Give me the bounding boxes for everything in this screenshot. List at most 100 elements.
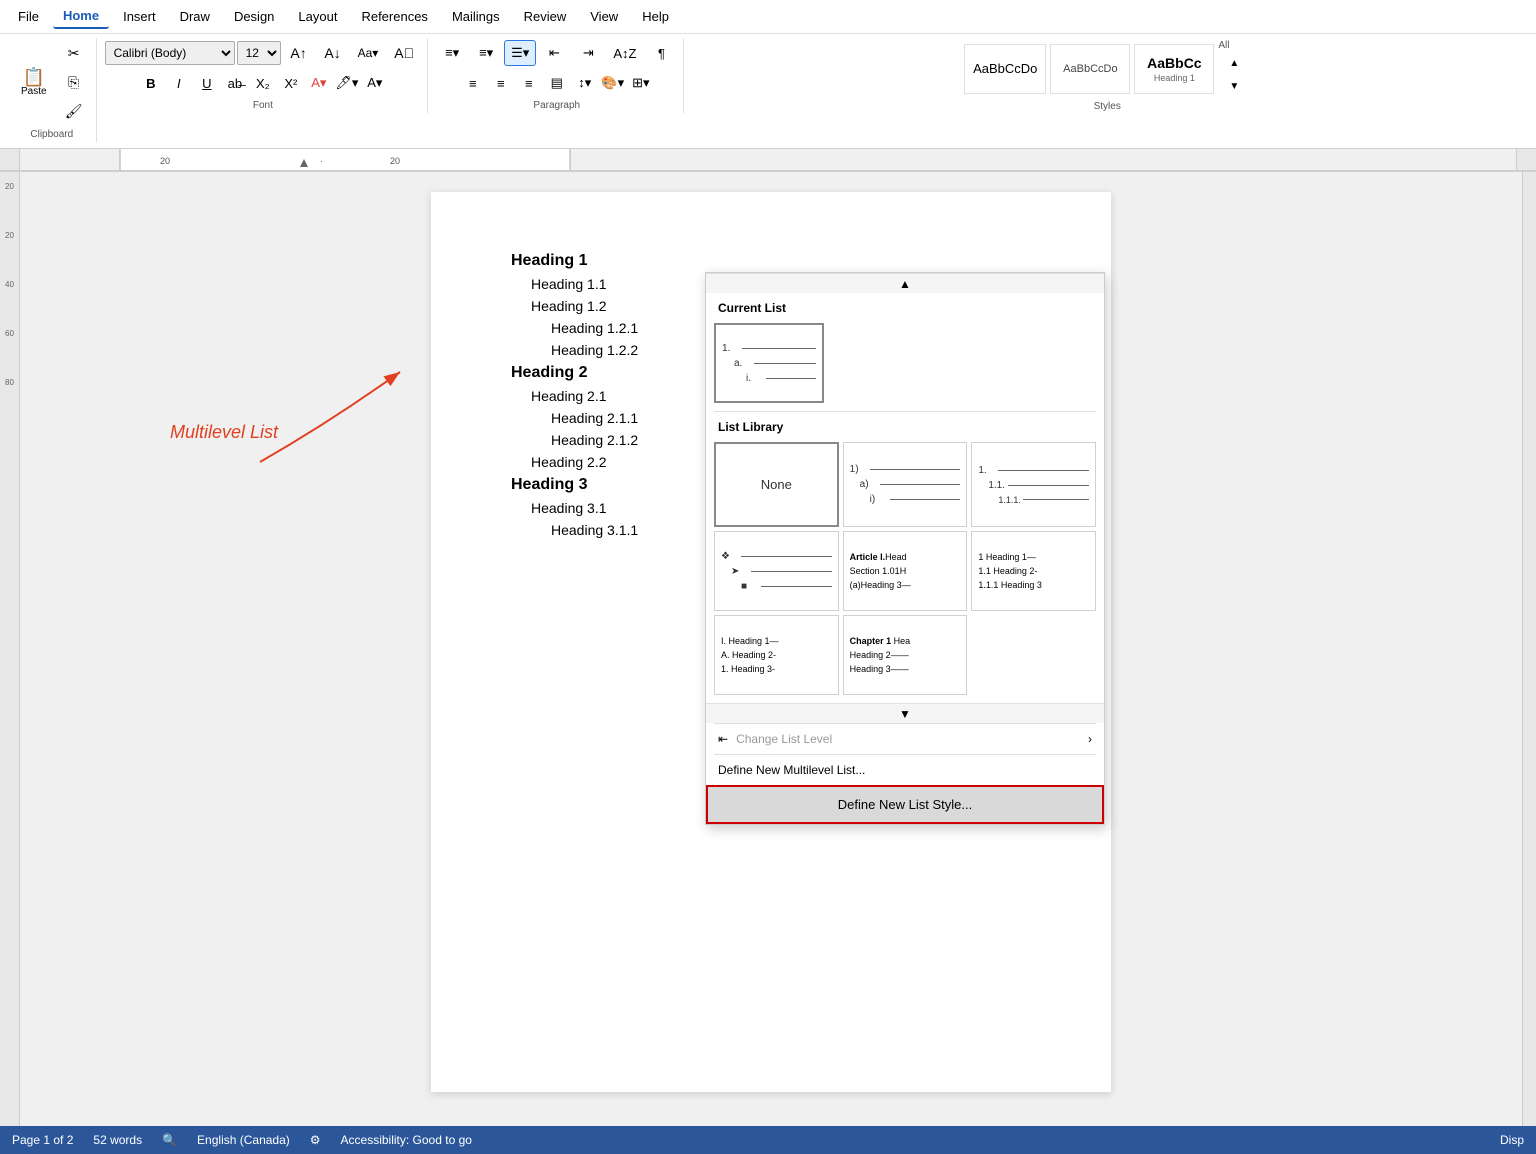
page-info-text: Page 1 of 2 [12, 1133, 73, 1147]
strikethrough-button[interactable]: ab̶ [222, 70, 248, 96]
list-option-roman-heading[interactable]: I. Heading 1— A. Heading 2- 1. Heading 3… [714, 615, 839, 695]
list-option-bullet[interactable]: ❖ ➤ ■ [714, 531, 839, 611]
menu-mailings[interactable]: Mailings [442, 5, 510, 28]
clear-format-button[interactable]: A⃝ [387, 40, 421, 66]
menu-bar: File Home Insert Draw Design Layout Refe… [0, 0, 1536, 34]
highlight-button[interactable]: 🖊▾ [334, 70, 360, 96]
list-option-none[interactable]: None [714, 442, 839, 527]
sort-button[interactable]: A↕Z [606, 41, 643, 66]
font-family-select[interactable]: Calibri (Body) [105, 41, 235, 65]
style-no-spacing[interactable]: AaBbCcDo [1050, 44, 1130, 94]
increase-indent-button[interactable]: ⇥ [572, 40, 604, 66]
ruler-side-left [0, 149, 20, 170]
list-library-title: List Library [706, 412, 1104, 438]
list-option-numeric[interactable]: 1. 1.1. 1.1.1. [971, 442, 1096, 527]
list-option-chapter[interactable]: Chapter 1 Hea Heading 2—— Heading 3—— [843, 615, 968, 695]
decrease-font-button[interactable]: A↓ [317, 40, 349, 66]
clipboard-label: Clipboard [30, 125, 73, 140]
subscript-button[interactable]: X₂ [250, 70, 276, 96]
menu-review[interactable]: Review [514, 5, 577, 28]
menu-references[interactable]: References [351, 5, 437, 28]
vertical-ruler: 20 20 40 60 80 [0, 172, 20, 1151]
bullets-button[interactable]: ≡▾ [436, 40, 468, 66]
italic-button[interactable]: I [166, 70, 192, 96]
menu-view[interactable]: View [580, 5, 628, 28]
increase-font-button[interactable]: A↑ [283, 40, 315, 66]
align-right-button[interactable]: ≡ [516, 70, 542, 96]
font-color-button[interactable]: A▾ [306, 70, 332, 96]
underline-button[interactable]: U [194, 70, 220, 96]
change-list-level-icon: ⇤ [718, 732, 728, 746]
font-label: Font [253, 96, 273, 111]
superscript-button[interactable]: X² [278, 70, 304, 96]
styles-label: Styles [1094, 97, 1121, 112]
menu-insert[interactable]: Insert [113, 5, 166, 28]
svg-text:20: 20 [160, 156, 170, 166]
list-option-article[interactable]: Article I.Head Section 1.01H (a)Heading … [843, 531, 968, 611]
paragraph-group: ≡▾ ≡▾ ☰▾ ⇤ ⇥ A↕Z ¶ ≡ ≡ ≡ ▤ ↕▾ 🎨▾ ⊞▾ Para… [430, 38, 684, 113]
borders-button[interactable]: ⊞▾ [628, 70, 654, 96]
annotation-text: Multilevel List [170, 422, 278, 442]
word-count: 52 words [93, 1133, 142, 1147]
word-count-text: 52 words [93, 1133, 142, 1147]
annotation: Multilevel List [170, 422, 278, 443]
current-list-line-2: a. [734, 358, 816, 369]
menu-design[interactable]: Design [224, 5, 284, 28]
shading-button[interactable]: 🎨▾ [600, 70, 626, 96]
decrease-indent-button[interactable]: ⇤ [538, 40, 570, 66]
paste-icon: 📋 [23, 68, 45, 86]
align-left-button[interactable]: ≡ [460, 70, 486, 96]
page-info: Page 1 of 2 [12, 1133, 73, 1147]
menu-file[interactable]: File [8, 5, 49, 28]
chevron-right-icon: › [1088, 732, 1092, 746]
display-info: Disp [1500, 1133, 1524, 1147]
list-library-grid: None 1) a) i) 1. 1.1. 1.1.1. ❖ ➤ [706, 438, 1104, 703]
list-option-alpha[interactable]: 1) a) i) [843, 442, 968, 527]
paste-button[interactable]: 📋 Paste [14, 58, 54, 108]
text-color-button[interactable]: A▾ [362, 70, 388, 96]
current-list-line-1: 1. [722, 343, 816, 354]
format-painter-button[interactable]: 🖌 [58, 98, 90, 125]
display-text: Disp [1500, 1133, 1524, 1147]
cut-button[interactable]: ✂ [58, 40, 90, 67]
ruler: 20 · 20 [0, 149, 1536, 171]
menu-help[interactable]: Help [632, 5, 679, 28]
current-list-option[interactable]: 1. a. i. [714, 323, 824, 403]
change-case-button[interactable]: Aa▾ [351, 41, 386, 65]
current-list-title: Current List [706, 293, 1104, 319]
copy-button[interactable]: ⎘ [58, 69, 90, 96]
paragraph-label: Paragraph [533, 96, 580, 111]
svg-text:20: 20 [390, 156, 400, 166]
numbering-button[interactable]: ≡▾ [470, 40, 502, 66]
dropdown-scroll-up[interactable]: ▲ [706, 273, 1104, 293]
multilevel-list-dropdown: ▲ Current List 1. a. i. [705, 272, 1105, 825]
list-option-heading-num[interactable]: 1 Heading 1— 1.1 Heading 2- 1.1.1 Headin… [971, 531, 1096, 611]
svg-text:·: · [320, 156, 323, 166]
line-spacing-button[interactable]: ↕▾ [572, 70, 598, 96]
align-center-button[interactable]: ≡ [488, 70, 514, 96]
bold-button[interactable]: B [138, 70, 164, 96]
ribbon: 📋 Paste ✂ ⎘ 🖌 Clipboard Calibri (Body) 1… [0, 34, 1536, 149]
multilevel-list-button[interactable]: ☰▾ [504, 40, 536, 66]
style-heading1[interactable]: AaBbCc Heading 1 [1134, 44, 1214, 94]
justify-button[interactable]: ▤ [544, 70, 570, 96]
ruler-side-right [1516, 149, 1536, 170]
vertical-scrollbar[interactable] [1522, 172, 1536, 1151]
heading-1: Heading 1 [511, 252, 1031, 270]
styles-scroll-up[interactable]: ▲ [1218, 53, 1250, 74]
font-size-select[interactable]: 12 [237, 41, 281, 65]
define-multilevel-item[interactable]: Define New Multilevel List... [706, 755, 1104, 785]
define-new-style-item[interactable]: Define New List Style... [706, 785, 1104, 824]
clipboard-group: 📋 Paste ✂ ⎘ 🖌 Clipboard [8, 38, 97, 142]
track-changes-icon: 🔍 [162, 1133, 177, 1147]
settings-icon: ⚙ [310, 1133, 321, 1147]
change-list-level-item[interactable]: ⇤ Change List Level › [706, 724, 1104, 754]
menu-home[interactable]: Home [53, 4, 109, 29]
dropdown-scroll-down[interactable]: ▼ [706, 703, 1104, 723]
menu-draw[interactable]: Draw [170, 5, 220, 28]
styles-scroll-down[interactable]: ▼ [1218, 76, 1250, 97]
ribbon-container: File Home Insert Draw Design Layout Refe… [0, 0, 1536, 172]
show-formatting-button[interactable]: ¶ [645, 41, 677, 66]
style-normal[interactable]: AaBbCcDo [964, 44, 1046, 94]
menu-layout[interactable]: Layout [288, 5, 347, 28]
